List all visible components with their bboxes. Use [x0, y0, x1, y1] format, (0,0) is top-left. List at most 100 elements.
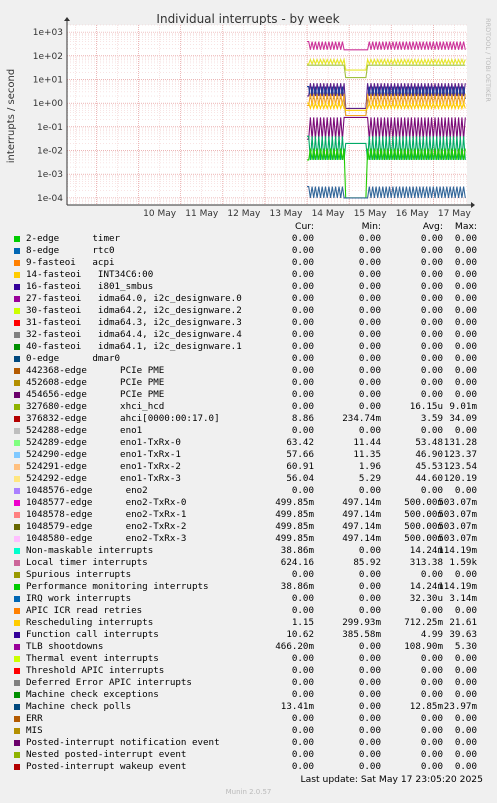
rrdtool-credit: RRDTOOL / TOBI OETIKER	[484, 18, 492, 102]
legend-swatch	[14, 500, 20, 506]
legend-name: 16-fasteoi i801_smbus	[26, 281, 154, 292]
legend-row: Posted-interrupt wakeup event 0.00 0.00 0.0…	[0, 761, 497, 773]
legend-name: Nested posted-interrupt event	[26, 749, 187, 760]
legend-max-value: 0.00	[454, 317, 477, 328]
legend-cur-value: 0.00	[291, 377, 314, 388]
legend-cur-value: 499.85m	[275, 521, 314, 532]
legend-row: 14-fasteoi INT34C6:00 0.00 0.00 0.00 0.00	[0, 269, 497, 281]
legend-swatch	[14, 752, 20, 758]
legend-min-value: 0.00	[358, 377, 381, 388]
legend-min-value: 0.00	[358, 605, 381, 616]
legend-name: APIC ICR read retries	[26, 605, 143, 616]
legend-row: 40-fasteoi idma64.1, i2c_designware.1 0.0…	[0, 341, 497, 353]
x-tick-label: 13 May	[269, 209, 303, 219]
x-tick-label: 11 May	[185, 209, 219, 219]
legend-swatch	[14, 740, 20, 746]
legend-swatch	[14, 512, 20, 518]
legend-row: Posted-interrupt notification event 0.00 0…	[0, 737, 497, 749]
legend-name: Machine check polls	[26, 701, 132, 712]
legend-row: Spurious interrupts 0.00 0.00 0.00 0.00	[0, 569, 497, 581]
legend-name: 1048580-edge eno2-TxRx-3	[26, 533, 187, 544]
legend-name: 1048579-edge eno2-TxRx-2	[26, 521, 187, 532]
legend-swatch	[14, 584, 20, 590]
legend-min-value: 0.00	[358, 281, 381, 292]
legend-swatch	[14, 608, 20, 614]
legend-row: 524289-edge eno1-TxRx-0 63.42 11.44 53.48 13…	[0, 437, 497, 449]
legend-row: 452608-edge PCIe PME 0.00 0.00 0.00 0.00	[0, 377, 497, 389]
legend-min-value: 497.14m	[342, 533, 381, 544]
legend-swatch	[14, 728, 20, 734]
legend-min-value: 0.00	[358, 725, 381, 736]
legend-row: 442368-edge PCIe PME 0.00 0.00 0.00 0.00	[0, 365, 497, 377]
legend-max-value: 0.00	[454, 725, 477, 736]
legend-cur-value: 0.00	[291, 245, 314, 256]
y-tick-label: 1e+01	[33, 75, 63, 85]
legend-min-value: 0.00	[358, 293, 381, 304]
legend-max-value: 0.00	[454, 665, 477, 676]
legend-name: Posted-interrupt notification event	[26, 737, 220, 748]
legend-cur-value: 0.00	[291, 341, 314, 352]
last-update: Last update: Sat May 17 23:05:20 2025	[300, 774, 483, 785]
legend-row: Deferred Error APIC interrupts 0.00 0.00 0.…	[0, 677, 497, 689]
legend-max-value: 0.00	[454, 605, 477, 616]
legend-swatch	[14, 392, 20, 398]
legend-name: 2-edge timer	[26, 233, 121, 244]
legend-cur-value: 38.86m	[280, 545, 314, 556]
legend-swatch	[14, 248, 20, 254]
legend-cur-value: 0.00	[291, 725, 314, 736]
legend-cur-value: 0.00	[291, 605, 314, 616]
legend-min-value: 0.00	[358, 401, 381, 412]
x-axis-arrow	[471, 202, 475, 208]
legend-row: 376832-edge ahci[0000:00:17.0] 8.86 234.74…	[0, 413, 497, 425]
legend-swatch	[14, 452, 20, 458]
legend-swatch	[14, 572, 20, 578]
legend-min-value: 0.00	[358, 653, 381, 664]
legend-max-value: 503.07m	[438, 521, 477, 532]
legend-row: IRQ work interrupts 0.00 0.00 32.30u 3.14m	[0, 593, 497, 605]
legend-row: 16-fasteoi i801_smbus 0.00 0.00 0.00 0.00	[0, 281, 497, 293]
legend-min-value: 497.14m	[342, 509, 381, 520]
legend-swatch	[14, 680, 20, 686]
legend-name: 8-edge rtc0	[26, 245, 115, 256]
chart-title: Individual interrupts - by week	[156, 12, 339, 26]
legend-cur-value: 8.86	[291, 413, 314, 424]
legend-max-value: 21.61	[449, 617, 477, 628]
legend-name: 27-fasteoi idma64.0, i2c_designware.0	[26, 293, 242, 304]
legend-cur-value: 0.00	[291, 293, 314, 304]
chart: Individual interrupts - by week interrup…	[6, 12, 492, 219]
legend-min-value: 0.00	[358, 641, 381, 652]
legend-min-value: 0.00	[358, 233, 381, 244]
legend-cur-value: 1.15	[291, 617, 314, 628]
x-tick-label: 10 May	[143, 209, 177, 219]
x-tick-label: 17 May	[438, 209, 472, 219]
legend-row: Local timer interrupts 624.16 85.92 313.38 1…	[0, 557, 497, 569]
legend-max-value: 0.00	[454, 389, 477, 400]
legend-cur-value: 499.85m	[275, 533, 314, 544]
legend-swatch	[14, 620, 20, 626]
y-tick-label: 1e-03	[37, 170, 63, 180]
legend-cur-value: 0.00	[291, 689, 314, 700]
legend-row: 30-fasteoi idma64.2, i2c_designware.2 0.0…	[0, 305, 497, 317]
legend-min-value: 0.00	[358, 749, 381, 760]
legend-min-value: 11.35	[353, 449, 381, 460]
legend-min-value: 234.74m	[342, 413, 381, 424]
legend-max-value: 23.97m	[443, 701, 477, 712]
legend-max-value: 0.00	[454, 749, 477, 760]
col-header-max: Max:	[454, 221, 477, 232]
legend-swatch	[14, 596, 20, 602]
legend-max-value: 34.09	[449, 413, 477, 424]
legend-name: Function call interrupts	[26, 629, 159, 640]
legend-row: Machine check exceptions 0.00 0.00 0.00 0.00	[0, 689, 497, 701]
legend-max-value: 0.00	[454, 377, 477, 388]
legend-min-value: 0.00	[358, 353, 381, 364]
legend-swatch	[14, 632, 20, 638]
legend-name: 14-fasteoi INT34C6:00	[26, 269, 154, 280]
x-tick-label: 14 May	[312, 209, 346, 219]
legend-swatch	[14, 428, 20, 434]
legend-min-value: 0.00	[358, 665, 381, 676]
legend-max-value: 5.30	[454, 641, 477, 652]
legend-min-value: 0.00	[358, 389, 381, 400]
legend-swatch	[14, 464, 20, 470]
legend-swatch	[14, 704, 20, 710]
legend-cur-value: 0.00	[291, 329, 314, 340]
